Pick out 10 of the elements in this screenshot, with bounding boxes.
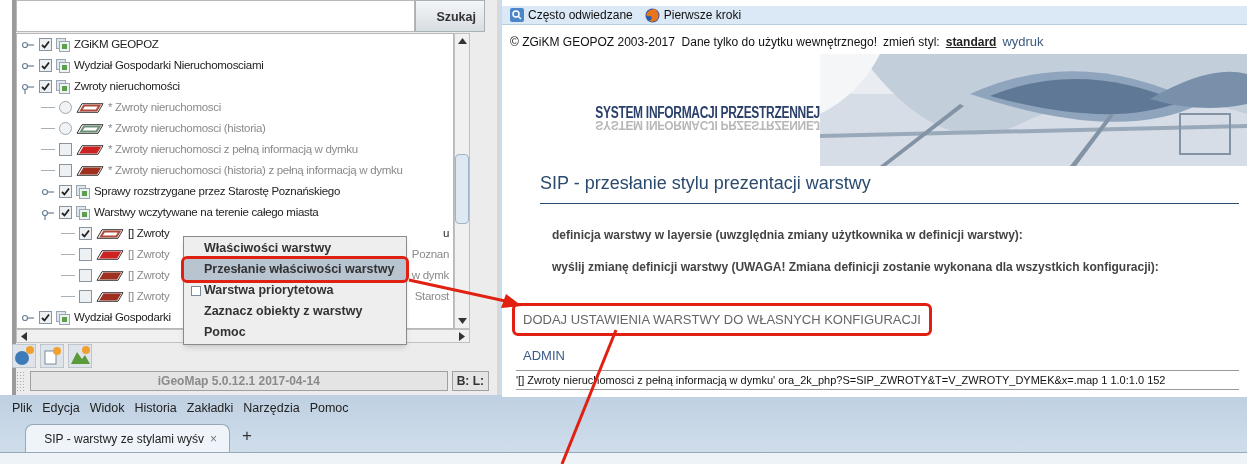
coordinates-label: B: L: — [451, 371, 489, 391]
instruction-text: definicja warstwy w layersie (uwzględnia zmiany użytkownika w definicji warstwy): — [552, 226, 1024, 244]
page-heading: SIP - przesłanie stylu prezentacji warstwy — [540, 169, 1239, 204]
instruction-text: wyślij zmianę definicji warstwy (UWAGA! Zmiana definicji zostanie wykonana dla wszystkich konfiguracji): — [552, 258, 1160, 276]
tab-title: SIP - warstwy ze stylami wyśv — [44, 430, 204, 448]
copyright-text: © ZGiKM GEOPOZ 2003-2017 Dane tylko do użytku wewnętrznego! — [510, 33, 877, 51]
style-label: zmień styl: — [883, 33, 940, 51]
logo-reflection: SYSTEM INFORMACJI PRZESTRZENNEJ — [595, 118, 820, 131]
version-label: iGeoMap 5.0.12.1 2017-04-14 — [30, 371, 448, 391]
logo-text: SYSTEM INFORMACJI PRZESTRZENNEJ — [595, 104, 820, 121]
